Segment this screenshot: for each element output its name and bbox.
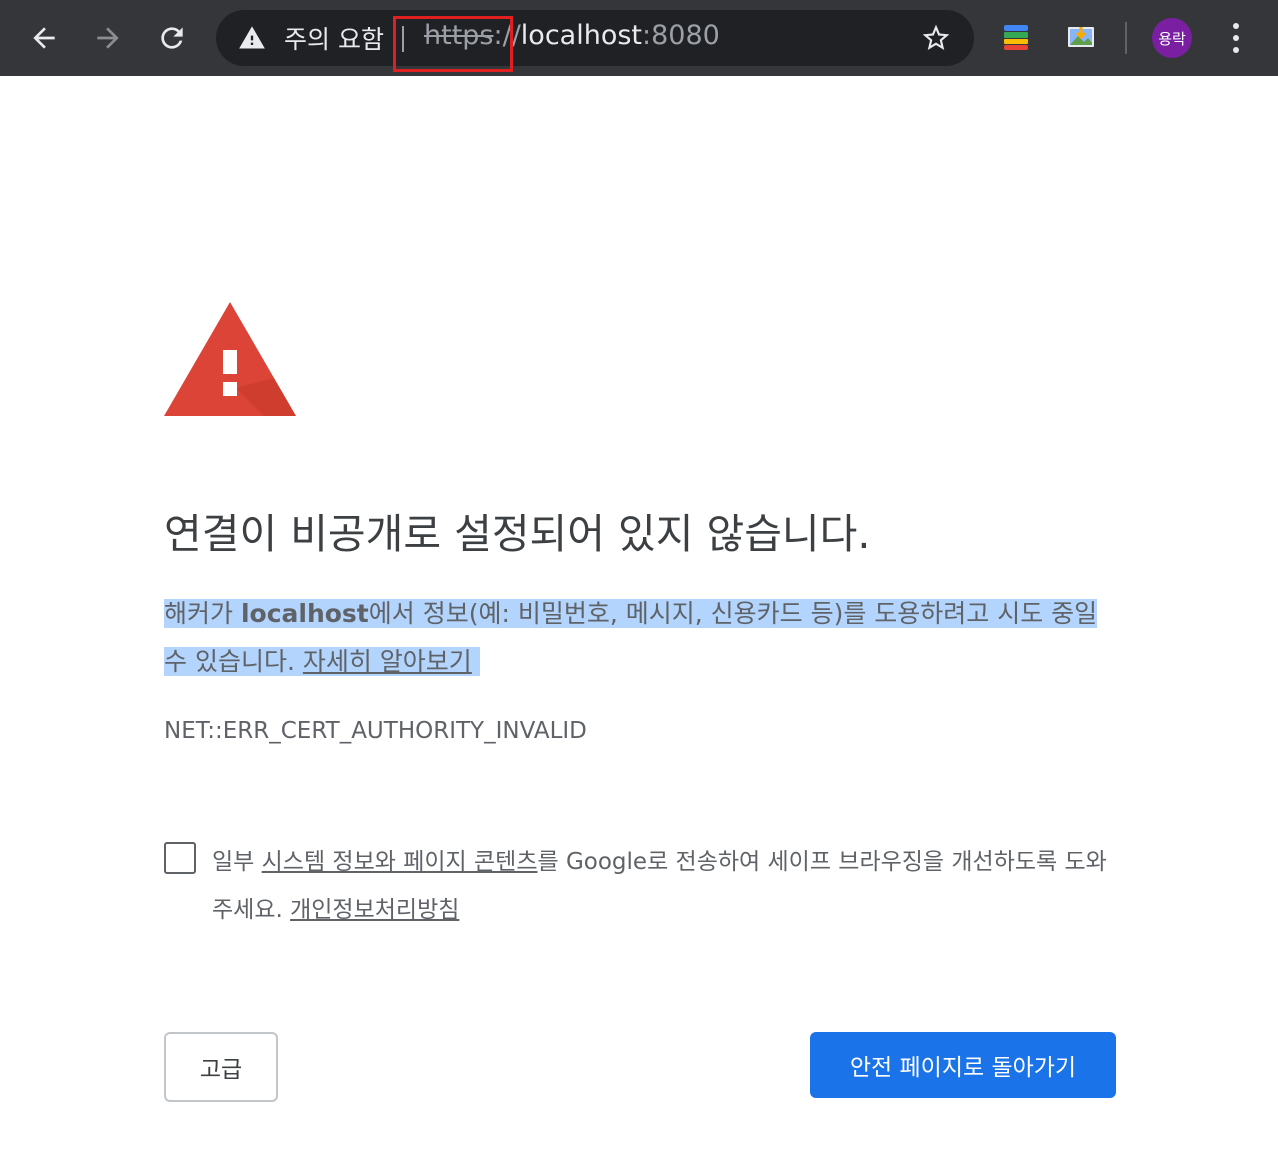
omnibox[interactable]: 주의 요함 https://localhost:8080 — [216, 10, 974, 66]
system-info-link[interactable]: 시스템 정보와 페이지 콘텐츠 — [262, 849, 538, 875]
warning-triangle-icon[interactable] — [238, 24, 266, 52]
image-download-icon[interactable] — [1066, 22, 1096, 52]
optin-text: 일부 시스템 정보와 페이지 콘텐츠를 Google로 전송하여 세이프 브라우… — [212, 838, 1124, 934]
forward-button[interactable] — [84, 14, 132, 62]
back-button[interactable] — [20, 14, 68, 62]
avatar[interactable]: 용락 — [1152, 18, 1192, 58]
security-status-label[interactable]: 주의 요함 — [284, 20, 384, 56]
star-icon[interactable] — [920, 22, 952, 54]
error-code: NET::ERR_CERT_AUTHORITY_INVALID — [164, 718, 587, 744]
back-to-safety-button[interactable]: 안전 페이지로 돌아가기 — [810, 1032, 1116, 1098]
toolbar-divider — [1125, 22, 1127, 54]
colorful-stack-icon[interactable] — [1001, 22, 1031, 52]
browser-toolbar: 주의 요함 https://localhost:8080 용락 — [0, 0, 1278, 76]
url-host: localhost — [520, 20, 642, 51]
arrow-right-icon — [97, 27, 119, 49]
warning-triangle-icon — [164, 302, 296, 416]
explanation-prefix: 해커가 — [164, 599, 241, 628]
url-port: :8080 — [642, 20, 720, 51]
reload-button[interactable] — [148, 14, 196, 62]
page-title: 연결이 비공개로 설정되어 있지 않습니다. — [164, 510, 871, 558]
advanced-button[interactable]: 고급 — [164, 1032, 278, 1102]
optin-checkbox[interactable] — [164, 842, 196, 874]
kebab-menu-icon[interactable] — [1220, 18, 1252, 58]
optin-prefix: 일부 — [212, 849, 262, 875]
arrow-left-icon — [33, 27, 55, 49]
explanation-host: localhost — [240, 599, 369, 628]
explanation-paragraph: 해커가 localhost에서 정보(예: 비밀번호, 메시지, 신용카드 등)… — [164, 590, 1120, 686]
https-highlight-box — [393, 16, 513, 72]
reload-icon — [161, 27, 183, 49]
learn-more-link[interactable]: 자세히 알아보기 — [303, 647, 472, 676]
privacy-policy-link[interactable]: 개인정보처리방침 — [290, 897, 459, 923]
